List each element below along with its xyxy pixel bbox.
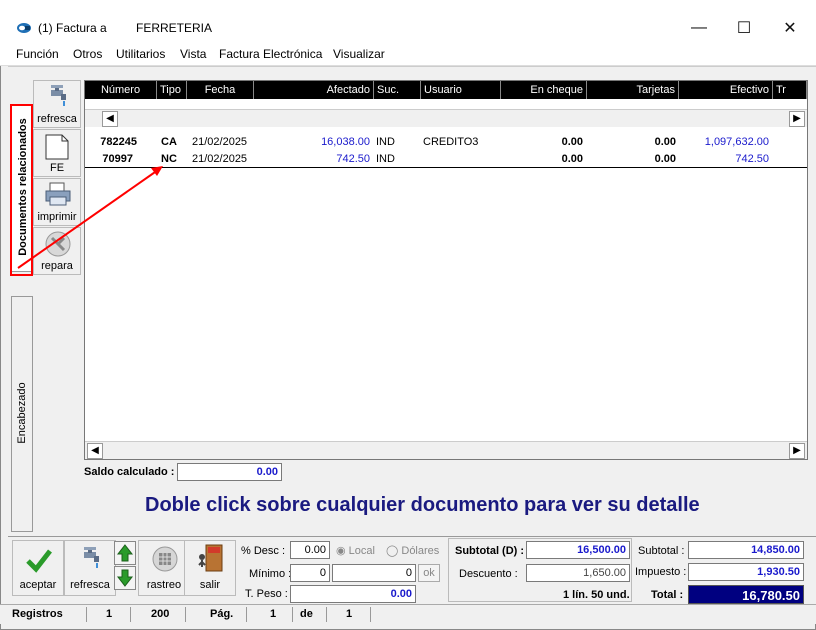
subtotal-label: Subtotal : [638,545,685,557]
status-separator [130,607,131,622]
peso-field[interactable]: 0.00 [290,585,416,603]
salir-button[interactable]: salir [184,540,236,596]
status-bar: Registros 1 200 Pág. 1 de 1 [0,604,816,624]
exit-door-icon [198,544,223,572]
page-total: 1 [346,608,353,620]
ok-button[interactable]: ok [418,564,440,582]
subtotal-d-label: Subtotal (D) : [455,545,525,557]
local-radio[interactable]: ◉ Local [336,544,375,557]
salir-label: salir [199,579,221,591]
registros-label: Registros [12,608,63,620]
arrow-down-icon [116,569,134,587]
refresca-bottom-button[interactable]: refresca [64,540,116,596]
saldo-field[interactable]: 0.00 [177,463,282,481]
status-separator [86,607,87,622]
rastreo-button[interactable]: rastreo [138,540,190,596]
minimo-field-2[interactable]: 0 [332,564,416,582]
status-separator [292,607,293,622]
registros-total: 200 [151,608,170,620]
move-down-button[interactable] [114,566,136,590]
calculator-icon [152,546,178,572]
status-separator [370,607,371,622]
pag-label: Pág. [210,608,234,620]
dolares-label: Dólares [401,545,440,557]
total-field[interactable]: 16,780.50 [688,585,804,604]
hint-text: Doble click sobre cualquier documento pa… [145,494,700,516]
impuesto-label: Impuesto : [635,566,687,578]
checkmark-icon [26,549,52,573]
status-separator [326,607,327,622]
move-up-button[interactable] [114,541,136,565]
saldo-label: Saldo calculado : [84,466,175,478]
status-separator [185,607,186,622]
subtotal-field[interactable]: 14,850.00 [688,541,804,559]
impuesto-field[interactable]: 1,930.50 [688,563,804,581]
page-current: 1 [270,608,277,620]
arrow-up-icon [116,544,134,562]
local-label: Local [348,545,375,557]
rastreo-label: rastreo [146,579,182,591]
subtotal-d-field[interactable]: 16,500.00 [526,541,630,559]
descuento-field[interactable]: 1,650.00 [526,564,630,582]
peso-label: T. Peso : [245,588,288,600]
desc-field[interactable]: 0.00 [290,541,330,559]
faucet-icon [84,547,99,568]
registros-current: 1 [106,608,113,620]
status-separator [246,607,247,622]
total-label: Total : [651,589,684,601]
refresca-bottom-label: refresca [70,579,110,591]
lines-summary: 1 lín. 50 und. [563,589,630,601]
aceptar-button[interactable]: aceptar [12,540,64,596]
dolares-radio[interactable]: ◯ Dólares [386,544,439,557]
de-label: de [300,608,313,620]
minimo-label: Mínimo : [249,568,292,580]
aceptar-label: aceptar [19,579,57,591]
desc-label: % Desc : [241,545,286,557]
descuento-label: Descuento : [459,568,518,580]
minimo-field[interactable]: 0 [290,564,330,582]
